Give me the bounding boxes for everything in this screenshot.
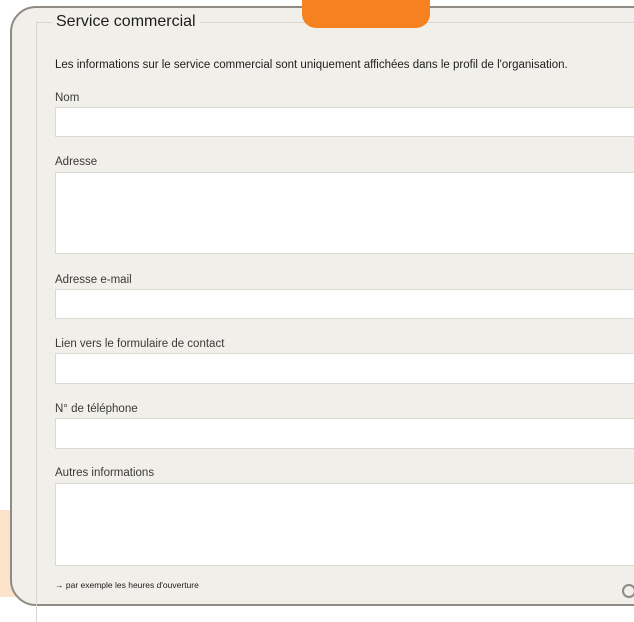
other-info-textarea[interactable] [55,483,634,566]
contact-form-label: Lien vers le formulaire de contact [55,338,225,350]
corner-decoration [622,584,634,598]
nom-label: Nom [55,92,80,104]
orange-tab-decoration [302,0,430,28]
phone-label: N° de téléphone [55,403,138,415]
adresse-label: Adresse [55,156,98,168]
adresse-textarea[interactable] [55,172,634,254]
section-title: Service commercial [52,13,200,31]
email-input[interactable] [55,289,634,319]
section-intro: Les informations sur le service commerci… [55,59,568,71]
nom-input[interactable] [55,107,634,137]
email-label: Adresse e-mail [55,274,132,286]
opening-hours-hint: → par exemple les heures d'ouverture [55,580,199,590]
contact-form-input[interactable] [55,353,634,384]
other-info-label: Autres informations [55,467,155,479]
phone-input[interactable] [55,418,634,449]
